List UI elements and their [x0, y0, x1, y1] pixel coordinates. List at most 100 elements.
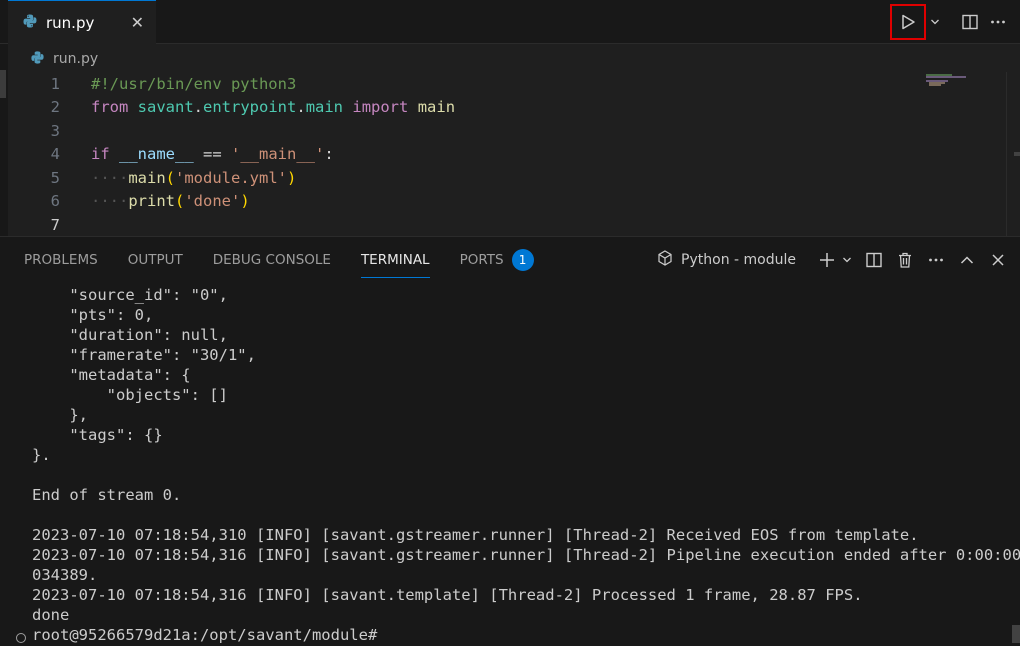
terminal-profile-icon: [657, 250, 673, 270]
split-editor-icon: [962, 14, 978, 30]
code-token: ····: [91, 192, 129, 211]
line-number: 1: [50, 74, 60, 93]
code-token: main: [417, 98, 456, 117]
code-text: #!/usr/bin/env python3: [91, 75, 296, 93]
command-decoration-icon[interactable]: [16, 633, 26, 643]
chevron-down-icon: [931, 19, 939, 25]
terminal-line: 2023-07-10 07:18:54,310 [INFO] [savant.g…: [32, 526, 919, 544]
tab-label: TERMINAL: [360, 252, 430, 268]
line-number: 4: [50, 145, 60, 164]
code-token: main: [128, 168, 166, 187]
new-terminal-button[interactable]: [815, 248, 839, 272]
code-token: print: [128, 192, 175, 211]
tab-label: PROBLEMS: [24, 252, 98, 268]
split-terminal-button[interactable]: [862, 248, 886, 272]
close-icon[interactable]: ✕: [131, 13, 144, 32]
terminal-actions: Python - module: [657, 247, 1010, 273]
editor-tab-bar: run.py ✕: [0, 0, 1020, 44]
tab-label: PORTS: [459, 252, 504, 268]
code-token: .: [193, 98, 204, 117]
terminal-line: "source_id": "0",: [32, 286, 228, 304]
minimap[interactable]: [926, 74, 968, 86]
code-token: ····: [91, 168, 129, 187]
run-dropdown-button[interactable]: [928, 12, 942, 32]
code-line[interactable]: 6 ····print('done'): [8, 190, 908, 214]
close-panel-button[interactable]: [986, 248, 1010, 272]
split-editor-icon: [866, 252, 882, 268]
terminal-line: done: [32, 606, 70, 624]
split-editor-button[interactable]: [956, 8, 984, 36]
terminal-line: "tags": {}: [32, 426, 163, 444]
terminal-name[interactable]: Python - module: [681, 252, 796, 268]
editor-tab-run-py[interactable]: run.py ✕: [8, 0, 156, 44]
code-token: savant: [137, 98, 194, 117]
code-text: ····print('done'): [91, 192, 250, 210]
chevron-up-icon: [960, 256, 974, 264]
terminal-dropdown-button[interactable]: [839, 248, 855, 272]
editor-actions: [890, 4, 1012, 40]
code-token: entrypoint: [203, 98, 297, 117]
close-icon: [992, 254, 1004, 266]
terminal-scrollbar-thumb[interactable]: [1012, 625, 1020, 643]
line-number: 6: [50, 192, 60, 211]
terminal-line: "duration": null,: [32, 326, 228, 344]
code-line[interactable]: 1 #!/usr/bin/env python3: [8, 72, 908, 96]
code-text: if __name__ == '__main__':: [91, 145, 334, 163]
run-python-file-button[interactable]: [890, 4, 926, 40]
tab-label: OUTPUT: [127, 252, 183, 268]
scrollbar-thumb[interactable]: [1014, 152, 1020, 156]
code-line[interactable]: 3: [8, 119, 908, 143]
code-text: from savant.entrypoint.main import main: [91, 98, 455, 116]
code-token: import: [352, 98, 409, 117]
terminal-line: "framerate": "30/1",: [32, 346, 256, 364]
python-file-icon: [30, 50, 45, 69]
maximize-panel-button[interactable]: [955, 248, 979, 272]
code-token: from: [91, 98, 129, 117]
code-line[interactable]: 4 if __name__ == '__main__':: [8, 143, 908, 167]
code-line[interactable]: 7: [8, 213, 908, 237]
code-token: 'module.yml': [175, 168, 287, 187]
terminal-line: 034389.: [32, 566, 98, 584]
more-actions-button[interactable]: [924, 248, 948, 272]
tab-label: DEBUG CONSOLE: [212, 252, 331, 268]
more-actions-button[interactable]: [984, 8, 1012, 36]
terminal-line: "metadata": {: [32, 366, 191, 384]
terminal-output[interactable]: "source_id": "0", "pts": 0, "duration": …: [32, 285, 1020, 645]
play-icon: [902, 14, 915, 30]
terminal-line: root@95266579d21a:/opt/savant/module#: [32, 626, 378, 644]
code-token: ==: [193, 145, 231, 164]
tab-ports[interactable]: PORTS 1: [460, 245, 534, 275]
code-token: 'done': [184, 192, 241, 211]
terminal-line: 2023-07-10 07:18:54,316 [INFO] [savant.g…: [32, 546, 1020, 564]
plus-icon: [820, 253, 834, 267]
bottom-panel: PROBLEMS OUTPUT DEBUG CONSOLE TERMINAL PORTS…: [0, 236, 1020, 646]
code-token: ): [240, 192, 250, 211]
tab-terminal[interactable]: TERMINAL: [360, 245, 430, 278]
kill-terminal-button[interactable]: [893, 248, 917, 272]
tab-problems[interactable]: PROBLEMS: [24, 245, 98, 275]
code-line[interactable]: 5 ····main('module.yml'): [8, 166, 908, 190]
code-editor[interactable]: 1 #!/usr/bin/env python3 2 from savant.entr…: [8, 72, 1020, 236]
terminal-line: End of stream 0.: [32, 486, 182, 504]
terminal-line: "objects": []: [32, 386, 228, 404]
breadcrumb[interactable]: run.py: [30, 48, 98, 70]
panel-tabs: PROBLEMS OUTPUT DEBUG CONSOLE TERMINAL PORTS…: [24, 245, 564, 278]
line-number: 5: [50, 168, 60, 187]
ports-count-badge: 1: [511, 249, 534, 271]
terminal-line: 2023-07-10 07:18:54,316 [INFO] [savant.t…: [32, 586, 863, 604]
code-token: .: [296, 98, 306, 117]
code-token: (: [165, 168, 175, 187]
breadcrumb-file[interactable]: run.py: [53, 51, 98, 67]
tab-output[interactable]: OUTPUT: [128, 245, 183, 275]
ellipsis-icon: [929, 258, 943, 262]
line-number: 3: [50, 121, 60, 140]
code-token: :: [324, 145, 334, 164]
tab-debug-console[interactable]: DEBUG CONSOLE: [213, 245, 331, 275]
ellipsis-icon: [991, 20, 1005, 24]
code-line[interactable]: 2 from savant.entrypoint.main import main: [8, 96, 908, 120]
